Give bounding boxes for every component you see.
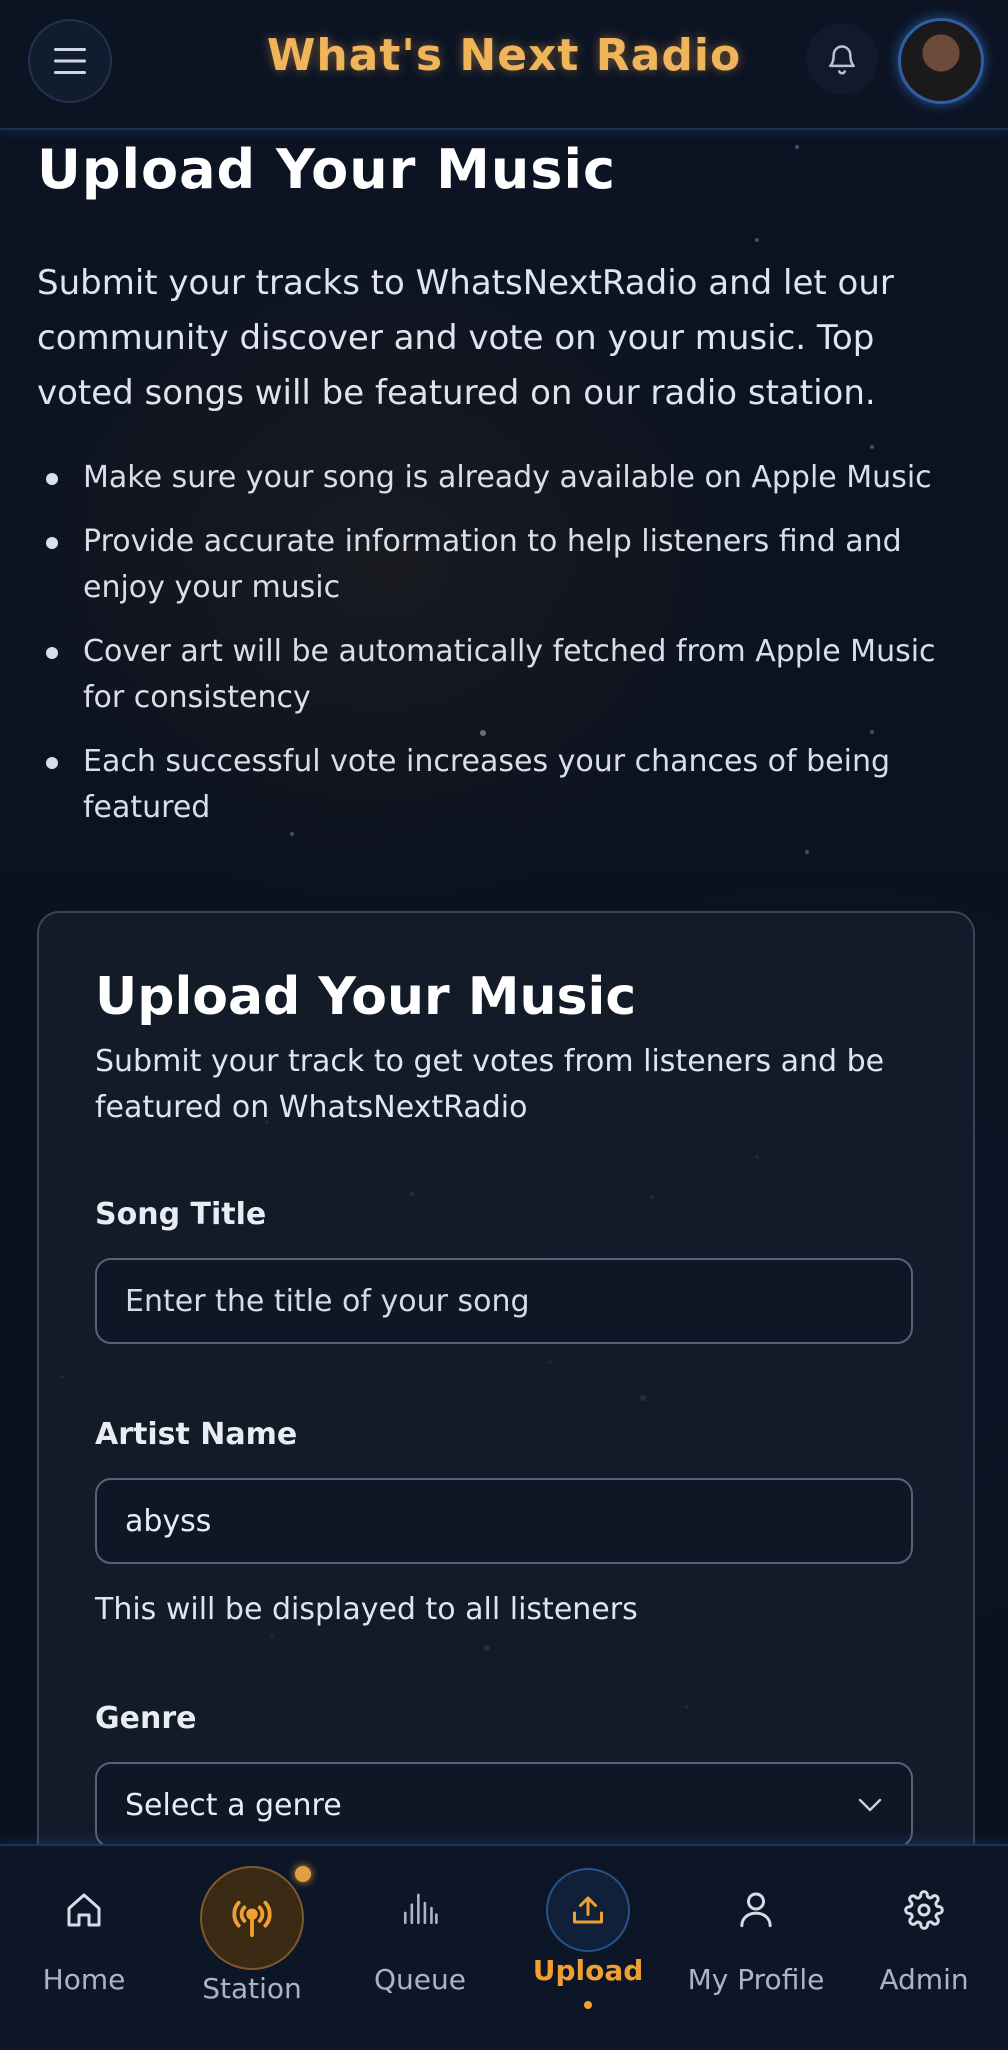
upload-icon (573, 1896, 603, 1924)
nav-label: Upload (532, 1954, 644, 1987)
tips-list: Make sure your song is already available… (37, 455, 972, 831)
intro-section: Upload Your Music Submit your tracks to … (37, 138, 972, 849)
artist-name-input[interactable] (95, 1478, 913, 1564)
chevron-down-icon (858, 1798, 882, 1812)
active-indicator-dot (584, 2001, 592, 2009)
user-avatar[interactable] (898, 18, 984, 104)
nav-label: My Profile (687, 1963, 825, 1996)
genre-select-value: Select a genre (125, 1787, 342, 1823)
list-item: Each successful vote increases your chan… (37, 739, 972, 831)
user-icon (740, 1892, 772, 1928)
nav-item-my-profile[interactable]: My Profile (672, 1846, 840, 2050)
nav-label: Admin (879, 1963, 969, 1996)
bell-icon (828, 45, 856, 75)
nav-item-admin[interactable]: Admin (840, 1846, 1008, 2050)
broadcast-icon (232, 1900, 272, 1938)
artist-name-hint: This will be displayed to all listeners (95, 1592, 638, 1627)
station-button (200, 1866, 304, 1970)
live-indicator-dot (295, 1866, 311, 1882)
song-title-label: Song Title (95, 1197, 267, 1232)
artist-name-label: Artist Name (95, 1417, 298, 1452)
gear-icon (904, 1890, 944, 1930)
notifications-button[interactable] (806, 23, 878, 95)
upload-form-card: Upload Your Music Submit your track to g… (37, 911, 975, 1955)
list-item: Cover art will be automatically fetched … (37, 629, 972, 721)
nav-item-upload[interactable]: Upload (504, 1846, 672, 2050)
intro-description: Submit your tracks to WhatsNextRadio and… (37, 263, 894, 413)
list-item: Make sure your song is already available… (37, 455, 972, 501)
list-item: Provide accurate information to help lis… (37, 519, 972, 611)
genre-select[interactable]: Select a genre (95, 1762, 913, 1848)
song-title-input[interactable] (95, 1258, 913, 1344)
nav-item-station[interactable]: Station (168, 1846, 336, 2050)
nav-label: Home (42, 1963, 126, 1996)
upload-button (546, 1868, 630, 1952)
page-title: Upload Your Music (37, 138, 616, 201)
form-subtitle: Submit your track to get votes from list… (95, 1044, 885, 1125)
form-title: Upload Your Music (95, 967, 637, 1027)
app-header: What's Next Radio (0, 0, 1008, 130)
genre-label: Genre (95, 1701, 197, 1736)
home-icon (67, 1893, 101, 1927)
bottom-navigation: Home Station Queue Upload My Profile Adm… (0, 1844, 1008, 2050)
nav-label: Queue (374, 1963, 466, 1996)
nav-item-queue[interactable]: Queue (336, 1846, 504, 2050)
nav-item-home[interactable]: Home (0, 1846, 168, 2050)
equalizer-icon (403, 1893, 438, 1925)
nav-label: Station (202, 1972, 302, 2005)
